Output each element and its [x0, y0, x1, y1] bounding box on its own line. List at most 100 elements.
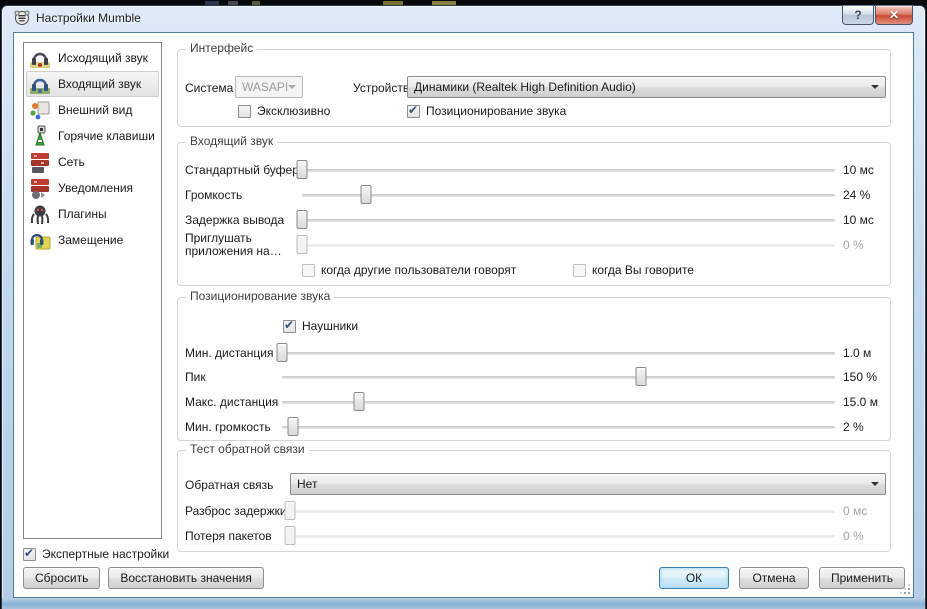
- help-button[interactable]: ?: [842, 5, 874, 25]
- checkbox-box: [238, 105, 251, 118]
- sidebar-item-label: Входящий звук: [58, 77, 141, 91]
- positional-audio-checkbox[interactable]: Позиционирование звука: [407, 104, 566, 118]
- close-button[interactable]: ✕: [875, 5, 913, 25]
- slider-label: Разброс задержки: [185, 505, 290, 518]
- slider-handle[interactable]: [297, 210, 308, 229]
- checkbox-label: когда Вы говорите: [592, 263, 694, 277]
- group-title: Интерфейс: [186, 41, 257, 55]
- group-title: Входящий звук: [186, 134, 277, 148]
- sidebar-item-network[interactable]: Сеть: [26, 149, 159, 175]
- slider-handle[interactable]: [354, 392, 365, 411]
- volume-slider[interactable]: [302, 184, 835, 206]
- slider-label: Стандартный буфер: [185, 164, 302, 177]
- slider-handle[interactable]: [297, 160, 308, 179]
- apply-button[interactable]: Применить: [819, 567, 905, 589]
- slider-row-min-distance: Мин. дистанция 1.0 м: [185, 342, 883, 364]
- min-volume-slider[interactable]: [282, 416, 835, 438]
- slider-row-attenuation: Приглушать приложения на… 0 %: [185, 234, 883, 256]
- slider-label: Потеря пакетов: [185, 530, 290, 543]
- chevron-down-icon: [871, 482, 879, 486]
- caption-buttons: ? ✕: [842, 5, 913, 25]
- checkbox-label: Эксклюзивно: [257, 104, 330, 118]
- exclusive-checkbox[interactable]: Эксклюзивно: [238, 104, 330, 118]
- slider-groove: [282, 426, 835, 429]
- slider-label: Пик: [185, 371, 282, 384]
- sidebar-item-appearance[interactable]: Внешний вид: [26, 97, 159, 123]
- slider-value: 0 мс: [843, 504, 883, 518]
- sidebar-item-outgoing-audio[interactable]: Исходящий звук: [26, 45, 159, 71]
- slider-handle[interactable]: [360, 185, 371, 204]
- slider-groove: [282, 376, 835, 379]
- headphones-checkbox[interactable]: Наушники: [283, 319, 358, 333]
- checkbox-label: когда другие пользователи говорят: [321, 263, 516, 277]
- checkbox-box: [573, 264, 586, 277]
- slider-groove: [302, 219, 835, 222]
- slider-label: Громкость: [185, 189, 302, 202]
- sidebar-item-shortcuts[interactable]: Горячие клавиши: [26, 123, 159, 149]
- sidebar-item-incoming-audio[interactable]: Входящий звук: [26, 71, 159, 97]
- slider-value: 24 %: [843, 188, 883, 202]
- window-title: Настройки Mumble: [36, 11, 141, 25]
- packet-loss-slider: [290, 525, 835, 547]
- slider-handle[interactable]: [277, 343, 288, 362]
- sidebar-item-label: Уведомления: [58, 181, 133, 195]
- feedback-combobox[interactable]: Нет: [290, 473, 886, 495]
- feedback-label: Обратная связь: [185, 478, 273, 492]
- device-combobox-value: Динамики (Realtek High Definition Audio): [414, 80, 636, 94]
- slider-label: Задержка вывода: [185, 214, 302, 227]
- max-distance-slider[interactable]: [282, 391, 835, 413]
- slider-value: 10 мс: [843, 213, 883, 227]
- system-label: Система: [185, 81, 233, 95]
- slider-groove: [290, 535, 835, 538]
- attenuate-others-checkbox[interactable]: когда другие пользователи говорят: [302, 263, 516, 277]
- attenuate-self-checkbox[interactable]: когда Вы говорите: [573, 263, 694, 277]
- mumble-logo-icon: [14, 10, 30, 26]
- help-icon: ?: [854, 8, 861, 22]
- ok-button[interactable]: ОК: [659, 567, 729, 589]
- expert-settings-checkbox[interactable]: Экспертные настройки: [23, 547, 169, 561]
- bloom-slider[interactable]: [282, 366, 835, 388]
- checkbox-box: [302, 264, 315, 277]
- checkbox-box: [407, 105, 420, 118]
- sidebar-item-overlay[interactable]: Замещение: [26, 227, 159, 253]
- outgoing-audio-icon: [28, 46, 52, 70]
- standard-buffer-slider[interactable]: [302, 159, 835, 181]
- min-distance-slider[interactable]: [282, 342, 835, 364]
- slider-row-packet-loss: Потеря пакетов 0 %: [185, 525, 883, 547]
- sidebar-item-label: Плагины: [58, 207, 107, 221]
- slider-groove: [282, 401, 835, 404]
- output-delay-slider[interactable]: [302, 209, 835, 231]
- group-interface: Интерфейс Система WASAPI Устройство Дина…: [177, 49, 891, 127]
- checkbox-label: Экспертные настройки: [42, 547, 169, 561]
- checkbox-box: [23, 548, 36, 561]
- system-combobox-value: WASAPI: [242, 80, 288, 94]
- slider-groove: [282, 352, 835, 355]
- slider-value: 0 %: [843, 529, 883, 543]
- resize-grip[interactable]: [900, 584, 911, 595]
- slider-handle: [285, 501, 296, 520]
- settings-page-incoming-audio: Интерфейс Система WASAPI Устройство Дина…: [177, 33, 891, 597]
- network-icon: [28, 150, 52, 174]
- titlebar[interactable]: Настройки Mumble: [2, 6, 925, 30]
- appearance-icon: [28, 98, 52, 122]
- group-incoming-audio: Входящий звук Стандартный буфер 10 мс Гр…: [177, 142, 891, 286]
- slider-row-max-distance: Макс. дистанция 15.0 м: [185, 391, 883, 413]
- sidebar-item-label: Сеть: [58, 155, 85, 169]
- device-combobox[interactable]: Динамики (Realtek High Definition Audio): [407, 76, 886, 98]
- slider-handle[interactable]: [636, 367, 647, 386]
- screen: Настройки Mumble ? ✕: [0, 0, 927, 609]
- slider-label: Приглушать приложения на…: [185, 232, 302, 258]
- cancel-button[interactable]: Отмена: [739, 567, 809, 589]
- slider-value: 150 %: [843, 370, 883, 384]
- slider-row-standard-buffer: Стандартный буфер 10 мс: [185, 159, 883, 181]
- restore-defaults-button[interactable]: Восстановить значения: [108, 567, 263, 589]
- slider-value: 2 %: [843, 420, 883, 434]
- settings-window: Настройки Mumble ? ✕: [1, 5, 926, 609]
- slider-handle[interactable]: [288, 417, 299, 436]
- sidebar-item-notifications[interactable]: Уведомления: [26, 175, 159, 201]
- slider-row-min-volume: Мин. громкость 2 %: [185, 416, 883, 438]
- sidebar-item-plugins[interactable]: Плагины: [26, 201, 159, 227]
- slider-row-bloom: Пик 150 %: [185, 366, 883, 388]
- reset-button[interactable]: Сбросить: [23, 567, 100, 589]
- slider-groove: [302, 244, 835, 247]
